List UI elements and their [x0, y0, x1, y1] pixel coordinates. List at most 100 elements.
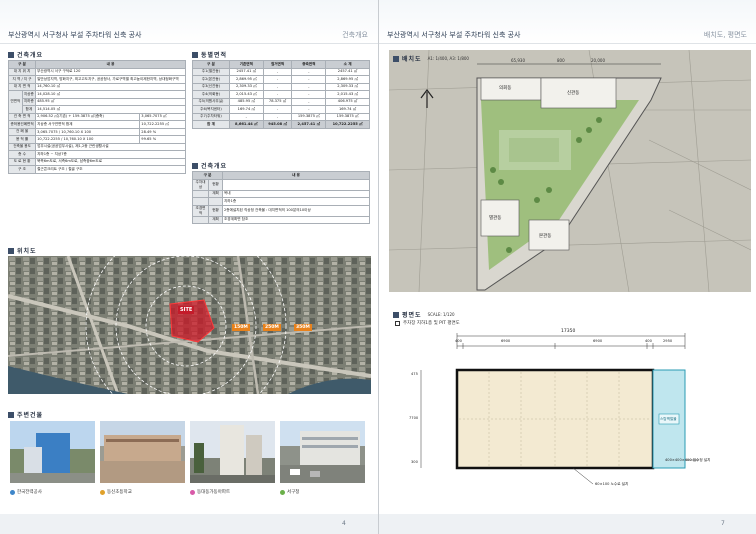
table-row: 대 지 면 적 14,760.10 ㎡ — [7, 82, 186, 91]
row-value-cell: 3,065.7075 / 10,760.10 X 100 — [35, 127, 141, 136]
header-section: 건축개요 — [342, 31, 368, 39]
row-label-cell: 구 조 — [7, 165, 37, 174]
table-row: 구 조 철근콘크리트 구조 / 철골 구조 — [7, 165, 186, 174]
row-value-cell: 업무시설(공공업무시설), 제1,2종 근린생활시설 — [35, 142, 186, 151]
note-bottom: 60×100 노수로 설치 — [595, 482, 629, 486]
row-label-cell: 주7(주차타워) — [192, 112, 230, 121]
row-value-cell: 2층에설치된 직상정 건축물 : 대지면적의 100분의10이상 — [222, 204, 370, 217]
row-value-cell: 485.95 ㎡ — [35, 97, 186, 106]
row-value-cell: 2,309.33 ㎡ — [228, 82, 264, 91]
caption-apartment: 동대동가동아파트 — [190, 489, 230, 495]
row-value-cell: 406.975 ㎡ — [325, 97, 370, 106]
row-value-cell: 철근콘크리트 구조 / 철골 구조 — [35, 165, 186, 174]
dim-part-4: 400 — [645, 339, 652, 343]
row-value-cell: 159.3875 ㎡ — [291, 112, 327, 121]
row-value-cell: 10,722.2255 ㎡ — [139, 120, 186, 129]
section-marker — [8, 247, 14, 254]
row-value-cell: 3,065.7075 ㎡ — [139, 112, 186, 121]
site-plan-scale: A1: 1/400, A3: 1/800 — [427, 56, 469, 61]
table-row: 합계 14,514.05 ㎡ — [9, 105, 186, 114]
stair-label: 스탑벽철물 — [660, 417, 677, 421]
dim-part-3: 6900 — [593, 339, 603, 343]
caption-label: 서구청 — [287, 490, 300, 495]
row-label-cell: 용 적 률 — [7, 135, 37, 144]
table-row: 주2(본관동) 2,869.95 ㎡ - -2,869.95 ㎡ — [192, 75, 370, 84]
row-value-cell: 지하1층 ~ 지상7층 — [35, 150, 186, 159]
section-marker — [393, 311, 399, 318]
row-value-cell: 78.375 ㎡ — [262, 97, 293, 106]
table-row: 계획 옥내 — [192, 189, 370, 198]
caption-dot — [100, 489, 105, 495]
row-value-cell: 14,028.10 ㎡ — [35, 90, 186, 99]
row-label-cell — [192, 215, 209, 224]
row-label-cell — [192, 197, 209, 206]
floor-plan-heading: 평면도 SCALE: 1/120 — [393, 310, 455, 319]
caption-dot — [10, 489, 15, 495]
row-value-cell: 북측6m도로, 서측6m도로, 남측중6m도로 — [35, 157, 186, 166]
row-label-cell: 주2(본관동) — [192, 75, 230, 84]
label-annex: 별관동 — [489, 216, 502, 221]
label-council: 의회동 — [499, 86, 512, 91]
row-value-cell: 2457.41 ㎡ — [325, 67, 370, 76]
header-section: 배치도, 평면도 — [703, 31, 747, 39]
dim-left-2: 7700 — [409, 416, 419, 420]
row-value-cell: 159.3875 ㎡ — [325, 112, 370, 121]
dim-part-5: 2950 — [663, 339, 673, 343]
row-label-cell: 건 폐 율 — [7, 127, 37, 136]
site-label: SITE — [178, 306, 195, 314]
floor-area-table: 구 분 기존면적 철거면적 증축면적 소 계 주1(별관동) 2457.41 ㎡ - -2457… — [192, 60, 370, 129]
row-label-cell: 주6(복지센터) — [192, 105, 230, 114]
row-value-cell — [222, 178, 370, 191]
photo-apartment — [190, 421, 275, 483]
building-overview-title: 건축개요 — [201, 163, 228, 170]
row-label-cell: 건 축 면 적 — [7, 112, 37, 121]
dim-left-1: 475 — [411, 372, 418, 376]
row-value-cell: - — [291, 90, 327, 99]
site-plan-title: 배치도 — [402, 56, 422, 63]
row-value-cell: - — [262, 112, 293, 121]
table-row: 건 축 면 적 2,906.52 ㎡(기존) + 159.3875 ㎡(증축) 3,… — [7, 112, 186, 121]
table-row: 지하1층 — [192, 197, 370, 206]
table-row: 연면적 지상층 14,028.10 ㎡ — [8, 90, 186, 114]
row-label-cell: 주4(의회동) — [192, 90, 230, 99]
table-row: 지 역 / 지 구 일반상업지역, 방화지구, 최고고도지구, 공공청사, 가로구… — [7, 75, 186, 84]
row-label-cell: 주5(의원사무실) — [192, 97, 230, 106]
photo-seogu-office — [280, 421, 365, 483]
row-label-cell: 건축물 용도 — [7, 142, 37, 151]
page-number: 7 — [721, 520, 725, 527]
floor-plan-scale: SCALE: 1/120 — [427, 312, 455, 317]
right-page: 부산광역시 서구청사 부설 주차타워 신축 공사 배치도, 평면도 배치도 A1… — [378, 0, 756, 534]
row-value-cell: 14,760.10 ㎡ — [35, 82, 186, 91]
row-value-cell: - — [291, 75, 327, 84]
nearby-heading: 주변건물 — [8, 410, 43, 419]
row-value-cell: 일반상업지역, 방화지구, 최고고도지구, 공공청사, 가로구역별 최고높이제한… — [35, 75, 186, 84]
label-main: 본관동 — [539, 234, 552, 239]
label-new: 신관동 — [567, 91, 580, 96]
row-label-cell: 대 지 면 적 — [7, 82, 37, 91]
row-value-cell: 2,869.95 ㎡ — [228, 75, 264, 84]
row-label-cell: 합계 — [21, 105, 37, 114]
row-value-cell: - — [262, 90, 293, 99]
row-label-cell: 현황 — [208, 178, 223, 191]
header-cell: 소 계 — [325, 60, 370, 69]
row-value-cell: 2,015.43 ㎡ — [325, 90, 370, 99]
site-plan-drawing — [389, 50, 751, 292]
checkbox-icon — [395, 320, 400, 326]
row-value-cell: 99.65 % — [139, 135, 186, 144]
row-label-cell: 계획 — [208, 189, 223, 198]
row-value-cell: 485.95 ㎡ — [228, 97, 264, 106]
floor-plan-subtitle-text: 주차장 지하1층 및 PIT 평면도 — [403, 321, 460, 326]
aerial-map: SITE 150M 250M 350M — [8, 256, 371, 394]
table-row: 주5(의원사무실) 485.95 ㎡ 78.375 ㎡ -406.975 ㎡ — [192, 97, 370, 106]
row-value-cell: - — [262, 67, 293, 76]
row-label-cell: 주3(신관동) — [192, 82, 230, 91]
row-label-cell — [208, 197, 223, 206]
row-value-cell: 부산광역시 서구 구덕로 120 — [35, 67, 186, 76]
floor-area-title: 동별면적 — [201, 52, 228, 59]
row-value-cell: 2,906.52 ㎡(기존) + 159.3875 ㎡(증축) — [35, 112, 141, 121]
page-header: 부산광역시 서구청사 부설 주차타워 신축 공사 건축개요 — [0, 0, 378, 44]
row-value-cell: 169.74 ㎡ — [325, 105, 370, 114]
row-value-cell: 10,722.2255 / 10,760.10 X 100 — [35, 135, 141, 144]
table-row: 총허용건폐면적 지상층 서구연면적 합계 10,722.2255 ㎡ — [7, 120, 186, 129]
section-marker — [192, 162, 198, 169]
